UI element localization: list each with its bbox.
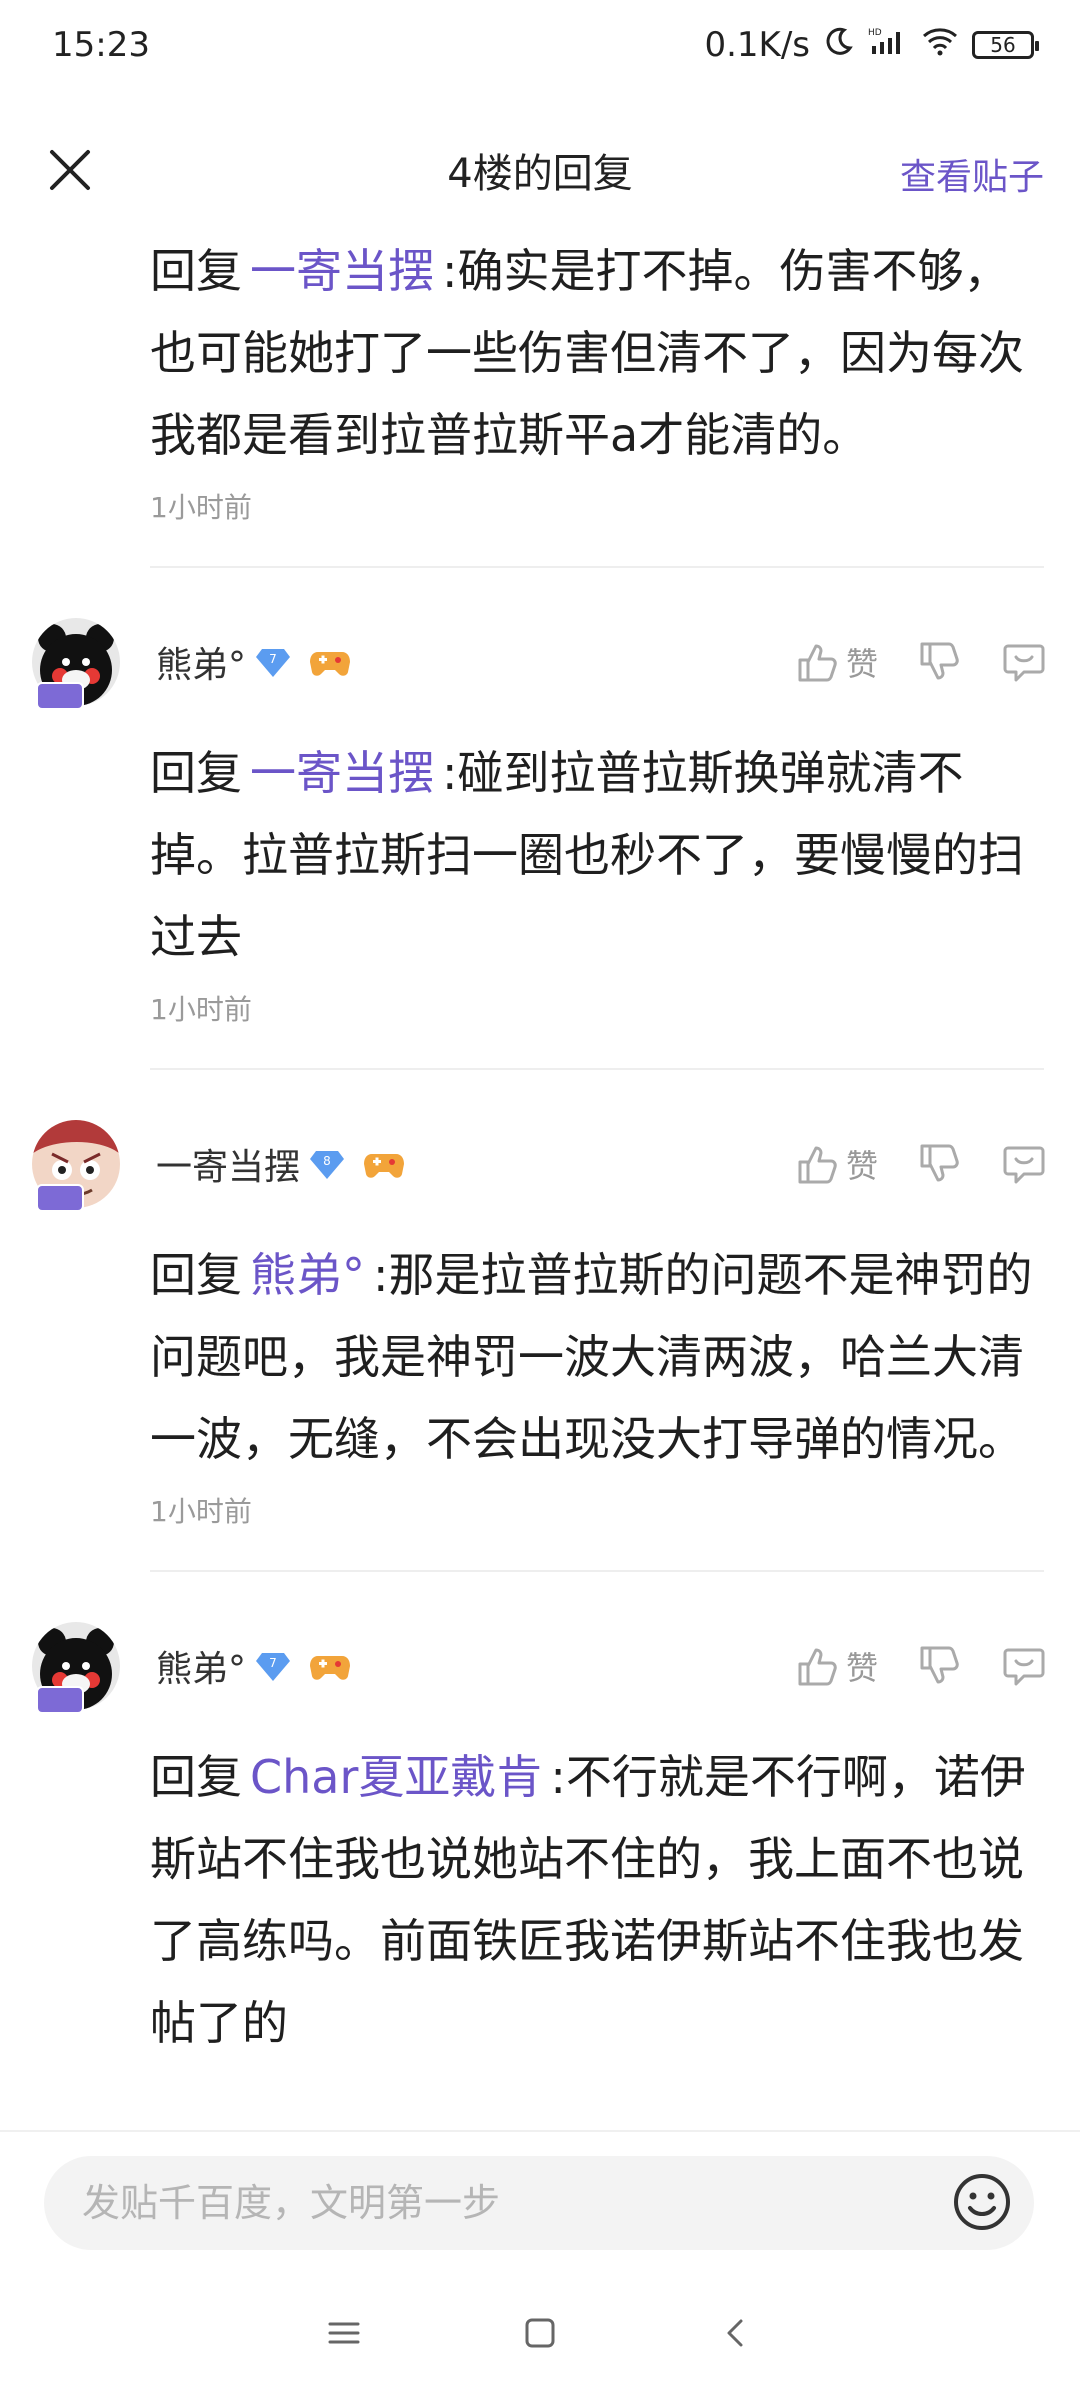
reply-prefix: 回复 xyxy=(150,244,242,298)
username[interactable]: 熊弟° xyxy=(156,1640,246,1692)
comment-item: 熊弟° 7 赞 回复 Char夏亚戴肯:不行就是不行啊，诺伊斯站不住我也说她站… xyxy=(0,1572,1080,2064)
avatar-badge-icon xyxy=(36,682,84,710)
reply-body: 回复 熊弟°:那是拉普拉斯的问题不是神罚的问题吧，我是神罚一波大清两波，哈兰大清一… xyxy=(150,1234,1038,1480)
thumbs-up-icon xyxy=(798,1648,837,1686)
svg-text:HD: HD xyxy=(868,28,882,38)
level-badge-icon: 8 xyxy=(310,1149,345,1179)
reply-prefix: 回复 xyxy=(150,1750,242,1804)
avatar[interactable] xyxy=(32,1120,120,1212)
top-header: 4楼的回复 查看贴子 xyxy=(0,120,1080,220)
reply-body: 回复 一寄当摆:确实是打不掉。伤害不够，也可能她打了一些伤害但清不了，因为每次我都… xyxy=(150,230,1038,476)
avatar[interactable] xyxy=(32,1622,120,1714)
comment-header: 熊弟° 7 赞 xyxy=(32,1620,1046,1714)
moon-icon xyxy=(824,25,854,65)
username[interactable]: 熊弟° xyxy=(156,636,246,688)
dislike-button[interactable] xyxy=(918,1644,962,1688)
reply-body: 回复 Char夏亚戴肯:不行就是不行啊，诺伊斯站不住我也说她站不住的，我上面不也说… xyxy=(150,1736,1038,2064)
avatar-badge-icon xyxy=(36,1184,84,1212)
like-button[interactable]: 赞 xyxy=(796,1141,878,1187)
avatar-badge-icon xyxy=(36,1686,84,1714)
reply-input-container[interactable] xyxy=(44,2156,1034,2250)
comment-icon xyxy=(1003,644,1045,682)
level-badge-icon: 7 xyxy=(256,1651,291,1681)
comment-button[interactable] xyxy=(1002,1644,1046,1688)
avatar[interactable] xyxy=(32,618,120,710)
like-button[interactable]: 赞 xyxy=(796,639,878,685)
status-icons: 0.1K/s HD 56 xyxy=(704,25,1039,65)
reply-prefix: 回复 xyxy=(150,746,242,800)
wifi-icon xyxy=(922,25,958,65)
net-speed: 0.1K/s xyxy=(704,25,810,65)
level-number: 7 xyxy=(269,652,277,666)
like-label: 赞 xyxy=(845,645,878,683)
emoji-icon[interactable] xyxy=(952,2172,1012,2232)
dislike-button[interactable] xyxy=(918,640,962,684)
level-number: 7 xyxy=(269,1656,277,1670)
mention-link[interactable]: 熊弟° xyxy=(250,1248,365,1302)
dislike-button[interactable] xyxy=(918,1142,962,1186)
thumbs-up-icon xyxy=(798,644,837,682)
game-controller-icon xyxy=(364,1146,405,1182)
reply-time: 1小时前 xyxy=(150,491,252,524)
mention-link[interactable]: Char夏亚戴肯 xyxy=(250,1750,542,1804)
reply-prefix: 回复 xyxy=(150,1248,242,1302)
thumbs-down-icon xyxy=(920,1646,959,1684)
back-icon[interactable] xyxy=(718,2315,754,2355)
comment-button[interactable] xyxy=(1002,1142,1046,1186)
reply-thread: 回复 一寄当摆:确实是打不掉。伤害不够，也可能她打了一些伤害但清不了，因为每次我都… xyxy=(0,230,1080,2064)
reply-body: 回复 一寄当摆:碰到拉普拉斯换弹就清不掉。拉普拉斯扫一圈也秒不了，要慢慢的扫过去 xyxy=(150,732,1038,978)
comment-button[interactable] xyxy=(1002,640,1046,684)
menu-icon[interactable] xyxy=(326,2318,362,2352)
level-number: 8 xyxy=(323,1154,331,1168)
reply-time: 1小时前 xyxy=(150,1495,252,1528)
battery-level: 56 xyxy=(990,33,1016,57)
comment-actions: 赞 xyxy=(796,1141,1046,1187)
home-icon[interactable] xyxy=(522,2315,558,2355)
comment-item: 熊弟° 7 赞 回复 一寄当摆:碰到拉普拉斯换弹就清不掉。拉普拉斯扫一圈也秒不… xyxy=(0,568,1080,1070)
game-controller-icon xyxy=(310,1648,351,1684)
like-label: 赞 xyxy=(845,1649,878,1687)
mention-link[interactable]: 一寄当摆 xyxy=(250,746,434,800)
comment-icon xyxy=(1003,1648,1045,1686)
comment-icon xyxy=(1003,1146,1045,1184)
close-icon[interactable] xyxy=(46,146,94,194)
game-controller-icon xyxy=(310,644,351,680)
comment-item: 一寄当摆 8 赞 回复 熊弟°:那是拉普拉斯的问题不是神罚的问题吧，我是神罚一… xyxy=(0,1070,1080,1572)
mention-link[interactable]: 一寄当摆 xyxy=(250,244,434,298)
comment-actions: 赞 xyxy=(796,639,1046,685)
page-title: 4楼的回复 xyxy=(447,151,633,197)
view-post-link[interactable]: 查看贴子 xyxy=(900,148,1044,200)
reply-input-bar xyxy=(0,2130,1080,2272)
system-nav-bar xyxy=(0,2270,1080,2400)
thumbs-down-icon xyxy=(920,1144,959,1182)
thumbs-down-icon xyxy=(920,642,959,680)
status-bar: 15:23 0.1K/s HD 56 xyxy=(0,0,1080,90)
comment-header: 熊弟° 7 赞 xyxy=(32,616,1046,710)
status-time: 15:23 xyxy=(52,25,150,65)
top-reply: 回复 一寄当摆:确实是打不掉。伤害不够，也可能她打了一些伤害但清不了，因为每次我都… xyxy=(0,230,1080,568)
like-button[interactable]: 赞 xyxy=(796,1643,878,1689)
comment-header: 一寄当摆 8 赞 xyxy=(32,1118,1046,1212)
battery-icon: 56 xyxy=(972,31,1039,59)
comment-actions: 赞 xyxy=(796,1643,1046,1689)
reply-input[interactable] xyxy=(80,2180,944,2226)
signal-icon: HD xyxy=(868,25,908,65)
reply-time: 1小时前 xyxy=(150,993,252,1026)
level-badge-icon: 7 xyxy=(256,647,291,677)
thumbs-up-icon xyxy=(798,1146,837,1184)
like-label: 赞 xyxy=(845,1147,878,1185)
username[interactable]: 一寄当摆 xyxy=(156,1138,300,1190)
